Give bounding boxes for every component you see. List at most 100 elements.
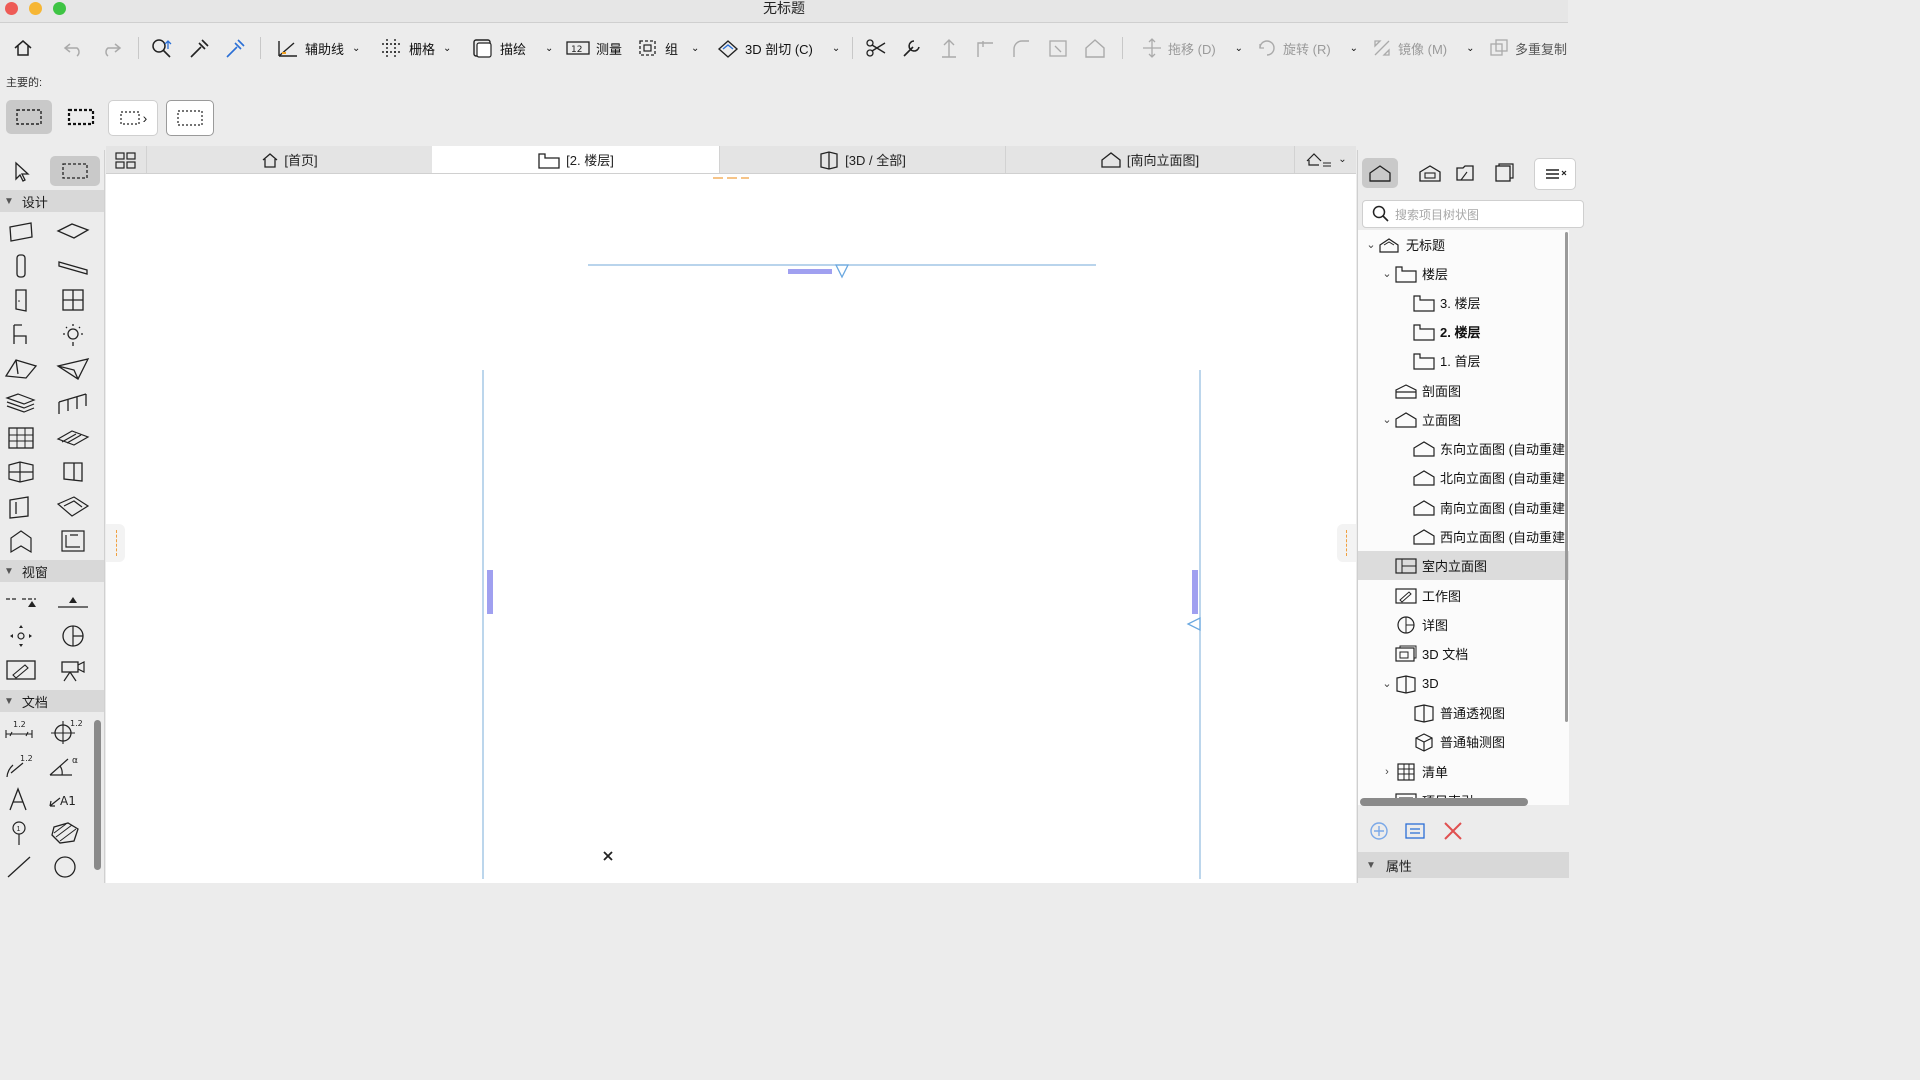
inject-parameters-button[interactable] xyxy=(223,23,247,73)
tree-node-details[interactable]: 详图 xyxy=(1358,610,1569,639)
tree-node-perspective[interactable]: 普通透视图 xyxy=(1358,698,1569,727)
skylight-tool[interactable] xyxy=(4,492,38,522)
tree-node-west-elevation[interactable]: 西向立面图 (自动重建 xyxy=(1358,522,1569,551)
elevate-button[interactable] xyxy=(937,23,961,73)
section-viewpoint[interactable]: ▼ 视窗 xyxy=(0,560,104,582)
navigator-options-menu[interactable] xyxy=(1534,158,1576,190)
canvas-right-handle[interactable] xyxy=(1337,524,1356,562)
marquee-rectangle-button[interactable] xyxy=(166,100,214,136)
interior-elevation-tool[interactable] xyxy=(4,621,38,651)
tree-node-sections[interactable]: 剖面图 xyxy=(1358,376,1569,405)
tree-node-axonometry[interactable]: 普通轴测图 xyxy=(1358,727,1569,756)
drawing-canvas[interactable] xyxy=(106,174,1356,883)
find-select-button[interactable] xyxy=(150,23,176,73)
tree-node-worksheets[interactable]: 工作图 xyxy=(1358,581,1569,610)
grid-button[interactable]: 栅格 ⌄ xyxy=(380,23,451,73)
morph-tool[interactable] xyxy=(56,457,90,487)
guide-line-button[interactable]: 辅助线 ⌄ xyxy=(276,23,360,73)
fillet-button[interactable] xyxy=(1009,23,1033,73)
section-tool[interactable] xyxy=(56,526,90,556)
tree-node-story-1[interactable]: 1. 首层 xyxy=(1358,346,1569,375)
tree-node-stories[interactable]: ⌄ 楼层 xyxy=(1358,259,1569,288)
worksheet-tool[interactable] xyxy=(4,655,38,685)
tree-node-elevations[interactable]: ⌄ 立面图 xyxy=(1358,405,1569,434)
door-tool[interactable] xyxy=(4,285,38,315)
tree-node-schedules[interactable]: › 清单 xyxy=(1358,757,1569,786)
elevation-marker-tool[interactable] xyxy=(56,586,90,616)
window-tool[interactable] xyxy=(56,285,90,315)
delete-view-button[interactable] xyxy=(1442,820,1464,845)
stair-tool[interactable] xyxy=(4,388,38,418)
tree-node-interior-elevations[interactable]: 室内立面图 xyxy=(1358,551,1569,580)
section-design[interactable]: ▼ 设计 xyxy=(0,190,104,212)
toolbox-scrollbar[interactable] xyxy=(94,720,101,870)
column-tool[interactable] xyxy=(4,251,38,281)
mesh-tool[interactable] xyxy=(56,423,90,453)
measure-button[interactable]: 12 测量 xyxy=(565,23,622,73)
offset-button[interactable] xyxy=(1046,23,1070,73)
tree-node-3d[interactable]: ⌄ 3D xyxy=(1358,669,1569,698)
home-button[interactable] xyxy=(12,23,34,73)
tree-node-east-elevation[interactable]: 东向立面图 (自动重建 xyxy=(1358,434,1569,463)
tab-list-dropdown[interactable]: ⌄ xyxy=(1296,146,1356,173)
properties-section[interactable]: ▼ 属性 xyxy=(1358,852,1569,878)
railing-tool[interactable] xyxy=(56,388,90,418)
marquee-all-stories-button[interactable] xyxy=(58,100,104,134)
tab-overview-button[interactable] xyxy=(106,146,147,173)
roof-tool[interactable] xyxy=(4,354,38,384)
slab-tool[interactable] xyxy=(56,216,90,246)
tree-vertical-scrollbar[interactable] xyxy=(1565,232,1568,722)
navigator-layout-book-tab[interactable] xyxy=(1448,158,1484,188)
navigator-publisher-tab[interactable] xyxy=(1486,158,1522,188)
tree-horizontal-scrollbar[interactable] xyxy=(1360,798,1528,806)
tab-story-2[interactable]: [2. 楼层] xyxy=(432,146,720,173)
beam-tool[interactable] xyxy=(56,251,90,281)
radial-dimension-tool[interactable]: 1.2 xyxy=(2,750,36,780)
tree-node-story-3[interactable]: 3. 楼层 xyxy=(1358,288,1569,317)
marquee-single-story-button[interactable] xyxy=(6,100,52,134)
canvas-left-handle[interactable] xyxy=(106,524,125,562)
detail-tool[interactable] xyxy=(56,621,90,651)
section-marker-tool[interactable] xyxy=(4,586,38,616)
angle-dimension-tool[interactable]: α xyxy=(48,750,82,780)
wall-end-tool[interactable] xyxy=(56,492,90,522)
navigator-project-map-tab[interactable] xyxy=(1362,158,1398,188)
line-tool[interactable] xyxy=(2,852,36,882)
group-button[interactable]: 组 ⌄ xyxy=(636,23,699,73)
lamp-tool[interactable] xyxy=(56,320,90,350)
multiply-button[interactable]: 多重复制 xyxy=(1488,23,1567,73)
arrow-tool[interactable] xyxy=(4,156,38,186)
trace-button[interactable]: 描绘 ⌄ xyxy=(471,23,553,73)
tree-node-south-elevation[interactable]: 南向立面图 (自动重建 xyxy=(1358,493,1569,522)
shell-tool[interactable] xyxy=(56,354,90,384)
fill-tool[interactable]: 1 xyxy=(2,818,36,848)
label-tool[interactable]: A1 xyxy=(48,784,82,814)
corner-window-tool[interactable] xyxy=(4,526,38,556)
intersect-button[interactable] xyxy=(973,23,997,73)
tree-node-north-elevation[interactable]: 北向立面图 (自动重建 xyxy=(1358,463,1569,492)
3d-cutaway-button[interactable]: 3D 剖切 (C) ⌄ xyxy=(716,23,840,73)
redo-button[interactable] xyxy=(99,23,123,73)
zone-tool[interactable] xyxy=(4,457,38,487)
text-tool[interactable] xyxy=(2,784,36,814)
section-document[interactable]: ▼ 文档 xyxy=(0,690,104,712)
dimension-tool[interactable]: 1.2 xyxy=(2,716,36,746)
navigator-search-field[interactable]: 搜索项目树状图 xyxy=(1362,200,1584,228)
roof-button[interactable] xyxy=(1083,23,1107,73)
adjust-button[interactable] xyxy=(900,23,924,73)
camera-tool[interactable] xyxy=(56,655,90,685)
tab-south-elevation[interactable]: [南向立面图] xyxy=(1005,146,1295,173)
curtain-wall-tool[interactable] xyxy=(4,423,38,453)
navigator-view-map-tab[interactable] xyxy=(1412,158,1448,188)
mirror-button[interactable]: 镜像 (M) ⌄ xyxy=(1371,23,1475,73)
view-settings-button[interactable] xyxy=(1404,820,1426,845)
pick-up-parameters-button[interactable] xyxy=(187,23,211,73)
tab-3d-all[interactable]: [3D / 全部] xyxy=(719,146,1006,173)
marquee-tool[interactable] xyxy=(50,156,100,186)
undo-button[interactable] xyxy=(62,23,86,73)
new-view-button[interactable] xyxy=(1368,820,1390,845)
marquee-shape-dropdown[interactable]: › xyxy=(108,100,158,136)
object-tool[interactable] xyxy=(4,320,38,350)
circle-tool[interactable] xyxy=(48,852,82,882)
split-button[interactable] xyxy=(864,23,888,73)
